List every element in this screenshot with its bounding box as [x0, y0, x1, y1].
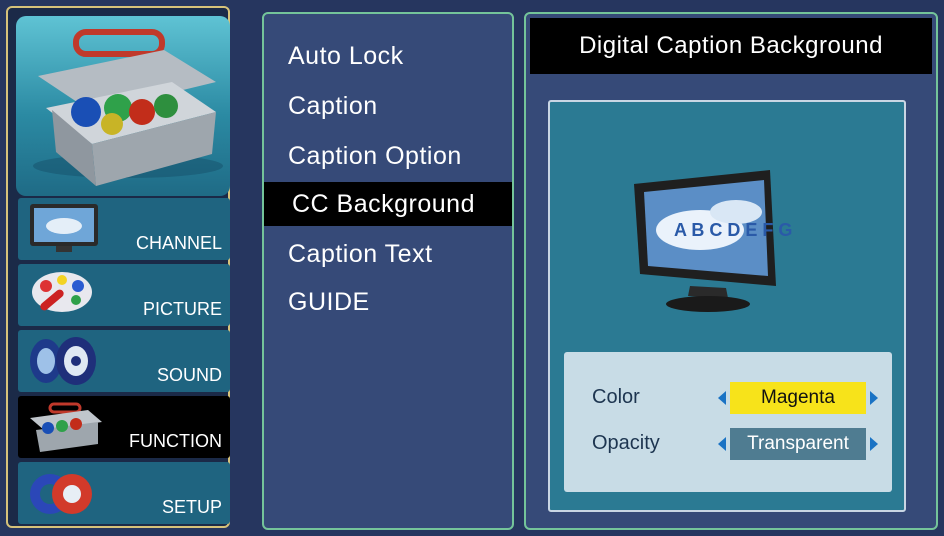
opacity-label: Opacity [592, 432, 660, 454]
gear-icon [30, 474, 92, 514]
tv-icon [30, 204, 98, 252]
menu-item-auto-lock[interactable]: Auto Lock [264, 34, 512, 78]
preview-letters: A B C D E F G [674, 220, 792, 240]
toolbox-icon [30, 402, 102, 452]
menu-item-caption[interactable]: Caption [264, 84, 512, 128]
tv-preview-icon: A B C D E F G [634, 170, 792, 312]
panel-title: Digital Caption Background [530, 18, 932, 74]
category-channel[interactable]: CHANNEL [18, 198, 230, 260]
category-label: SOUND [156, 365, 222, 385]
palette-icon [32, 272, 92, 312]
preview-area: A B C D E F G Color Magenta Opacity Tran… [548, 100, 906, 512]
speaker-icon [30, 337, 96, 385]
menu-item-caption-option[interactable]: Caption Option [264, 134, 512, 178]
category-sound[interactable]: SOUND [18, 330, 230, 392]
menu-item-caption-text[interactable]: Caption Text [264, 232, 512, 276]
function-hero-image [16, 16, 230, 196]
color-left-arrow-icon[interactable] [718, 391, 726, 405]
category-picture[interactable]: PICTURE [18, 264, 230, 326]
opacity-right-arrow-icon[interactable] [870, 437, 878, 451]
settings-box: Color Magenta Opacity Transparent [564, 352, 892, 492]
opacity-value[interactable]: Transparent [730, 428, 866, 460]
category-label: FUNCTION [129, 431, 222, 451]
color-value[interactable]: Magenta [730, 382, 866, 414]
category-function[interactable]: FUNCTION [18, 396, 230, 458]
color-right-arrow-icon[interactable] [870, 391, 878, 405]
opacity-left-arrow-icon[interactable] [718, 437, 726, 451]
function-menu: Auto Lock Caption Caption Option CC Back… [262, 12, 514, 530]
category-panel: CHANNEL PICTURE SOUND FUNCTION SETUP [6, 6, 230, 528]
category-label: CHANNEL [135, 233, 222, 253]
toolbox-icon [33, 29, 223, 186]
menu-item-guide[interactable]: GUIDE [264, 280, 512, 324]
color-label: Color [592, 386, 640, 408]
category-setup[interactable]: SETUP [18, 462, 230, 524]
category-label: SETUP [161, 497, 222, 517]
menu-item-cc-background[interactable]: CC Background [264, 182, 512, 226]
category-label: PICTURE [142, 299, 222, 319]
detail-panel: Digital Caption Background A B C D E F G… [524, 12, 938, 530]
